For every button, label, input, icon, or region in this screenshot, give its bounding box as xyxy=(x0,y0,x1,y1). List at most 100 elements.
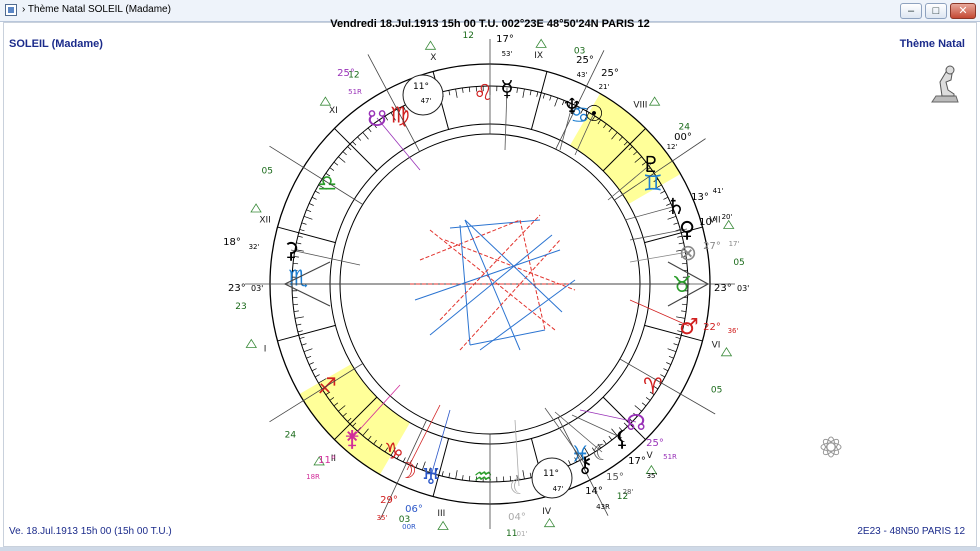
aspect-line xyxy=(519,219,546,331)
house-cusp-degree: 12 xyxy=(462,31,473,41)
sun-degree: 25° xyxy=(601,68,619,79)
degree-tick xyxy=(681,310,687,312)
house-marker-triangle xyxy=(424,40,437,50)
degree-tick xyxy=(448,90,451,96)
lunar-m-degree: 15° xyxy=(606,472,624,483)
degree-tick xyxy=(455,88,458,98)
mc-degree: 11° xyxy=(413,82,429,92)
degree-tick xyxy=(549,95,552,101)
house-cusp-line xyxy=(269,145,364,205)
degree-tick xyxy=(455,470,458,480)
degree-tick xyxy=(342,151,347,156)
sign-divider xyxy=(277,324,336,342)
house-cusp-degree: 05 xyxy=(733,258,744,268)
mars-minute: 36' xyxy=(728,327,739,335)
lilith-minute: 35' xyxy=(647,472,658,480)
juno-icon: ⚵ xyxy=(344,427,360,452)
ic-degree: 11° xyxy=(543,469,559,479)
saturn-icon: ♄ xyxy=(666,195,686,220)
degree-tick xyxy=(357,136,362,141)
venus-minute: 20' xyxy=(722,213,733,221)
degree-tick xyxy=(554,97,559,107)
degree-tick xyxy=(329,167,335,171)
chiron-icon: ⚷ xyxy=(577,453,593,478)
lilith-icon: ⚸ xyxy=(614,427,630,452)
ceres-degree: 18° xyxy=(223,237,241,248)
aspect-line xyxy=(459,239,561,351)
venus-degree: 10° xyxy=(699,217,717,228)
degree-tick xyxy=(641,402,647,407)
house-number-label: III xyxy=(437,509,445,519)
degree-tick xyxy=(448,472,451,478)
ic-minute: 47' xyxy=(553,485,564,493)
uranus-minute: 00R xyxy=(402,523,416,531)
saturn-degree: 13° xyxy=(691,192,709,203)
lunar-m-icon: ☾ xyxy=(592,441,612,466)
south-node-degree: 25° xyxy=(337,68,355,79)
pluto-minute: 12' xyxy=(667,143,678,151)
house-number-label: I xyxy=(264,344,267,354)
footer-location: 2E23 - 48N50 PARIS 12 xyxy=(857,526,965,537)
aspect-line xyxy=(429,229,556,331)
juno-minute: 18R xyxy=(306,473,320,481)
aspect-line xyxy=(414,249,561,301)
degree-tick xyxy=(308,203,314,206)
degree-tick xyxy=(468,87,471,93)
juno-degree: 11° xyxy=(318,455,336,466)
degree-tick xyxy=(667,348,677,353)
degree-tick xyxy=(668,355,674,359)
degree-tick xyxy=(301,222,307,225)
degree-tick xyxy=(536,91,539,97)
moon-degree: 29° xyxy=(380,495,398,506)
moon-minute: 35' xyxy=(377,514,388,522)
ascendant-degree: 23° xyxy=(228,283,246,294)
degree-tick xyxy=(299,229,305,232)
planet-pointer-line xyxy=(290,249,361,266)
mercury-minute: 53' xyxy=(502,50,513,58)
house-number-label: XI xyxy=(329,106,338,116)
mc-circle xyxy=(402,74,444,116)
house-number-label: IV xyxy=(542,507,552,517)
sign-divider xyxy=(334,128,378,172)
natal-chart-wheel: ♉♊♋♌♍♎♏♐♑♒♓♈I23II24III03IV11V12VI05VII05… xyxy=(223,31,749,539)
mars-degree: 22° xyxy=(703,322,721,333)
neptune-minute: 43' xyxy=(577,71,588,79)
degree-tick xyxy=(441,471,444,477)
house-marker-triangle xyxy=(722,219,735,229)
sun-icon: ☉ xyxy=(584,102,604,127)
moon-c-icon: ☾ xyxy=(509,475,529,500)
degree-tick xyxy=(338,156,346,163)
neptune-degree: 25° xyxy=(576,55,594,66)
aspect-line xyxy=(439,214,541,321)
chiron-degree: 14° xyxy=(585,486,603,497)
house-number-label: X xyxy=(430,53,436,63)
degree-tick xyxy=(306,209,312,213)
moon-c-minute: 01' xyxy=(517,530,528,538)
degree-tick xyxy=(333,161,339,166)
degree-tick xyxy=(299,336,305,339)
degree-tick xyxy=(681,303,687,306)
degree-tick xyxy=(462,87,464,93)
sign-aries-icon: ♈ xyxy=(643,375,663,400)
descendant-minute: 03' xyxy=(737,284,749,293)
house-number-label: VI xyxy=(712,341,721,351)
south-node-minute: 51R xyxy=(348,88,362,96)
moon-c-degree: 04° xyxy=(508,512,526,523)
house-cusp-degree: 05 xyxy=(262,167,273,177)
degree-tick xyxy=(303,215,313,220)
house-marker-triangle xyxy=(535,38,547,48)
house-cusp-line xyxy=(619,358,716,415)
house-number-label: XII xyxy=(259,216,270,226)
house-number-label: IX xyxy=(534,51,543,61)
node-degree: 25° xyxy=(646,438,664,449)
degree-tick xyxy=(294,316,304,319)
degree-tick xyxy=(347,146,352,151)
degree-tick xyxy=(311,368,317,372)
house-cusp-degree: 05 xyxy=(711,386,722,396)
venus-icon: ♀ xyxy=(679,218,695,243)
house-cusp-degree: 23 xyxy=(235,302,246,312)
degree-tick xyxy=(297,330,303,333)
degree-tick xyxy=(301,343,307,346)
ceres-minute: 32' xyxy=(249,243,260,251)
chiron-minute: 43R xyxy=(596,503,610,511)
